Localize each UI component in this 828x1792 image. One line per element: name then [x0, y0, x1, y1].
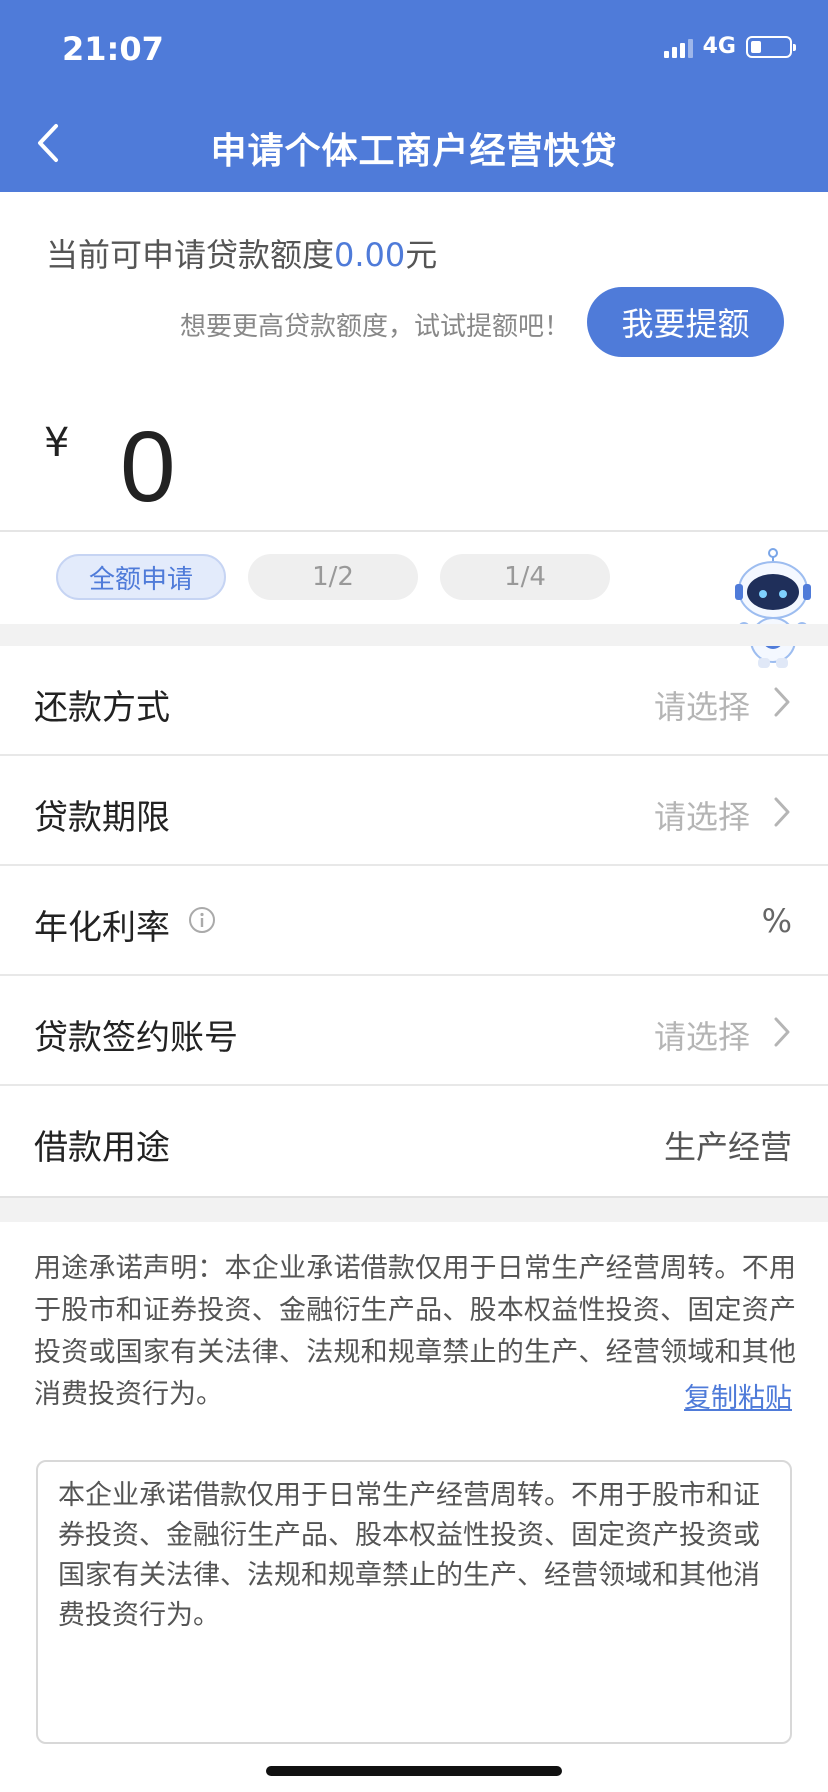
ratio-option-quarter[interactable]: 1/4	[440, 554, 610, 600]
divider	[0, 530, 828, 532]
signing-account-row[interactable]: 贷款签约账号 请选择	[0, 976, 828, 1086]
loan-term-row[interactable]: 贷款期限 请选择	[0, 756, 828, 866]
repayment-method-label: 还款方式	[34, 688, 170, 728]
section-gap	[0, 624, 828, 646]
chevron-right-icon	[770, 684, 794, 720]
ratio-option-half[interactable]: 1/2	[248, 554, 418, 600]
home-indicator	[266, 1766, 562, 1776]
ratio-options: 全额申请 1/2 1/4	[56, 554, 610, 600]
section-gap	[0, 1196, 828, 1222]
app-header: 21:07 4G 申请个体工商户经营快贷	[0, 0, 828, 192]
loan-purpose-value: 生产经营	[663, 1128, 792, 1166]
annual-rate-label: 年化利率	[34, 908, 170, 948]
repayment-method-row[interactable]: 还款方式 请选择	[0, 646, 828, 756]
loan-form: 还款方式 请选择 贷款期限 请选择 年化利率 % 贷款签约账号 请选择 借款用途…	[0, 646, 828, 1196]
quota-suffix: 元	[405, 236, 438, 274]
status-time: 21:07	[62, 30, 164, 68]
signing-account-value: 请选择	[653, 1018, 750, 1056]
loan-purpose-row: 借款用途 生产经营	[0, 1086, 828, 1196]
battery-icon	[746, 35, 796, 58]
chevron-right-icon	[770, 1014, 794, 1050]
raise-quota-button[interactable]: 我要提额	[587, 287, 784, 357]
loan-term-value: 请选择	[653, 798, 750, 836]
chevron-right-icon	[770, 794, 794, 830]
loan-amount-input[interactable]: 0	[120, 410, 176, 525]
currency-symbol: ¥	[44, 420, 70, 466]
annual-rate-value: %	[761, 902, 792, 940]
purpose-statement: 用途承诺声明：本企业承诺借款仅用于日常生产经营周转。不用于股市和证券投资、金融衍…	[34, 1253, 796, 1410]
loan-purpose-label: 借款用途	[34, 1128, 170, 1168]
status-indicators: 4G	[663, 34, 796, 59]
info-icon[interactable]	[188, 906, 216, 934]
available-quota: 当前可申请贷款额度0.00元	[46, 230, 437, 276]
network-type: 4G	[702, 34, 736, 59]
quota-amount: 0.00	[334, 236, 406, 274]
repayment-method-value: 请选择	[653, 688, 750, 726]
annual-rate-row: 年化利率 %	[0, 866, 828, 976]
raise-quota-tip: 想要更高贷款额度，试试提额吧！	[179, 312, 570, 342]
loan-term-label: 贷款期限	[34, 798, 170, 838]
signing-account-label: 贷款签约账号	[34, 1018, 238, 1058]
signal-icon	[663, 36, 693, 58]
commitment-textarea[interactable]: 本企业承诺借款仅用于日常生产经营周转。不用于股市和证券投资、金融衍生产品、股本权…	[36, 1460, 792, 1744]
ratio-option-full[interactable]: 全额申请	[56, 554, 226, 600]
copy-paste-link[interactable]: 复制粘贴	[684, 1376, 792, 1415]
quota-prefix: 当前可申请贷款额度	[46, 236, 335, 274]
page-title: 申请个体工商户经营快贷	[210, 131, 618, 172]
